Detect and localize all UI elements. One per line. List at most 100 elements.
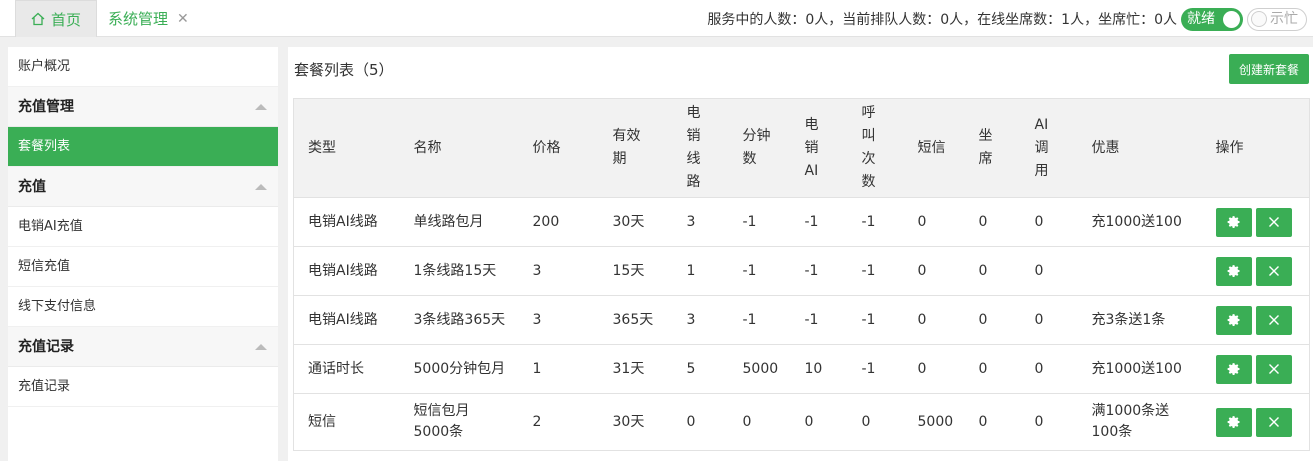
col-header-seats: 坐席 bbox=[964, 98, 1021, 198]
col-header-call-count: 呼叫次数 bbox=[847, 98, 904, 198]
cell-actions bbox=[1201, 344, 1310, 394]
cell-sms: 5000 bbox=[903, 393, 965, 451]
sidebar-group-label: 充值管理 bbox=[18, 99, 74, 115]
gear-icon bbox=[1227, 216, 1240, 228]
gear-icon bbox=[1227, 363, 1240, 375]
delete-button[interactable] bbox=[1255, 305, 1292, 335]
cell-seats: 0 bbox=[964, 344, 1021, 394]
busy-toggle[interactable]: 示忙 bbox=[1247, 8, 1307, 31]
settings-button[interactable] bbox=[1215, 354, 1252, 384]
cell-type: 通话时长 bbox=[293, 344, 400, 394]
col-header-discount: 优惠 bbox=[1077, 98, 1202, 198]
ready-label: 就绪 bbox=[1187, 11, 1215, 27]
sidebar-group-recharge-management[interactable]: 充值管理 bbox=[8, 87, 278, 127]
cell-minutes: -1 bbox=[728, 246, 791, 296]
delete-button[interactable] bbox=[1255, 256, 1292, 286]
sidebar-item-recharge-records[interactable]: 充值记录 bbox=[8, 367, 278, 407]
cell-ai-calls: 0 bbox=[1020, 197, 1078, 247]
row-actions bbox=[1215, 207, 1304, 237]
delete-button[interactable] bbox=[1255, 207, 1292, 237]
settings-button[interactable] bbox=[1215, 207, 1252, 237]
sidebar-item-package-list[interactable]: 套餐列表 bbox=[8, 127, 278, 167]
table-header-row: 类型 名称 价格 有效期 电销线路 分钟数 电销AI 呼叫次数 短信 坐席 AI… bbox=[293, 98, 1310, 198]
home-icon bbox=[31, 12, 45, 26]
row-actions bbox=[1215, 305, 1304, 335]
cell-ai: 0 bbox=[790, 393, 848, 451]
cell-name: 3条线路365天 bbox=[399, 295, 519, 345]
cell-discount: 充3条送1条 bbox=[1077, 295, 1202, 345]
sidebar-item-ai-recharge[interactable]: 电销AI充值 bbox=[8, 207, 278, 247]
close-icon bbox=[1268, 266, 1279, 276]
cell-type: 电销AI线路 bbox=[293, 246, 400, 296]
cell-actions bbox=[1201, 295, 1310, 345]
sidebar-item-overview[interactable]: 账户概况 bbox=[8, 47, 278, 87]
table-row: 电销AI线路 3条线路365天 3 365天 3 -1 -1 -1 0 0 0 充3条送1条 bbox=[293, 295, 1310, 345]
close-icon bbox=[1268, 417, 1279, 427]
cell-call-count: -1 bbox=[847, 344, 904, 394]
close-icon bbox=[1268, 217, 1279, 227]
cell-sms: 0 bbox=[903, 344, 965, 394]
cell-actions bbox=[1201, 197, 1310, 247]
main-panel: 套餐列表（5） 创建新套餐 类型 名称 价格 有效期 电销线路 分钟数 电销AI… bbox=[288, 47, 1313, 461]
row-actions bbox=[1215, 354, 1304, 384]
cell-validity: 30天 bbox=[598, 393, 673, 451]
settings-button[interactable] bbox=[1215, 305, 1252, 335]
cell-seats: 0 bbox=[964, 393, 1021, 451]
cell-sms: 0 bbox=[903, 246, 965, 296]
tab-system-management[interactable]: 系统管理 ✕ bbox=[108, 0, 198, 37]
cell-discount bbox=[1077, 246, 1202, 296]
table-row: 电销AI线路 1条线路15天 3 15天 1 -1 -1 -1 0 0 0 bbox=[293, 246, 1310, 296]
cell-type: 短信 bbox=[293, 393, 400, 451]
cell-name: 短信包月5000条 bbox=[399, 393, 519, 451]
delete-button[interactable] bbox=[1255, 407, 1292, 437]
sidebar-group-recharge[interactable]: 充值 bbox=[8, 167, 278, 207]
cell-validity: 31天 bbox=[598, 344, 673, 394]
cell-call-count: -1 bbox=[847, 246, 904, 296]
tab-home[interactable]: 首页 bbox=[15, 0, 97, 37]
cell-call-count: 0 bbox=[847, 393, 904, 451]
cell-lines: 5 bbox=[672, 344, 729, 394]
cell-ai: -1 bbox=[790, 246, 848, 296]
settings-button[interactable] bbox=[1215, 407, 1252, 437]
cell-seats: 0 bbox=[964, 246, 1021, 296]
cell-call-count: -1 bbox=[847, 197, 904, 247]
sidebar-item-offline-payment[interactable]: 线下支付信息 bbox=[8, 287, 278, 327]
cell-price: 200 bbox=[518, 197, 599, 247]
gear-icon bbox=[1227, 265, 1240, 277]
create-package-button[interactable]: 创建新套餐 bbox=[1229, 54, 1309, 84]
toggle-knob bbox=[1223, 11, 1240, 28]
caret-up-icon bbox=[255, 344, 267, 350]
caret-up-icon bbox=[255, 184, 267, 190]
close-icon[interactable]: ✕ bbox=[177, 11, 189, 27]
col-header-ai-calls: AI调用 bbox=[1020, 98, 1078, 198]
cell-ai-calls: 0 bbox=[1020, 393, 1078, 451]
sidebar-group-recharge-records[interactable]: 充值记录 bbox=[8, 327, 278, 367]
cell-minutes: 0 bbox=[728, 393, 791, 451]
close-icon bbox=[1268, 364, 1279, 374]
cell-ai: -1 bbox=[790, 295, 848, 345]
delete-button[interactable] bbox=[1255, 354, 1292, 384]
cell-lines: 0 bbox=[672, 393, 729, 451]
tab-home-label: 首页 bbox=[50, 10, 81, 29]
service-status-text: 服务中的人数：0人，当前排队人数：0人，在线坐席数：1人，坐席忙：0人 bbox=[707, 12, 1177, 28]
sidebar: 账户概况 充值管理 套餐列表 充值 电销AI充值 短信充值 线下支付信息 充值记… bbox=[8, 47, 278, 461]
cell-price: 2 bbox=[518, 393, 599, 451]
package-table: 类型 名称 价格 有效期 电销线路 分钟数 电销AI 呼叫次数 短信 坐席 AI… bbox=[293, 98, 1310, 451]
settings-button[interactable] bbox=[1215, 256, 1252, 286]
col-header-sms: 短信 bbox=[903, 98, 965, 198]
sidebar-item-sms-recharge[interactable]: 短信充值 bbox=[8, 247, 278, 287]
cell-name: 1条线路15天 bbox=[399, 246, 519, 296]
cell-discount: 充1000送100 bbox=[1077, 197, 1202, 247]
table-row: 通话时长 5000分钟包月 1 31天 5 5000 10 -1 0 0 0 充1000送100 bbox=[293, 344, 1310, 394]
col-header-minutes: 分钟数 bbox=[728, 98, 791, 198]
cell-lines: 1 bbox=[672, 246, 729, 296]
cell-price: 3 bbox=[518, 295, 599, 345]
row-actions bbox=[1215, 407, 1304, 437]
page-title: 套餐列表（5） bbox=[294, 61, 394, 79]
ready-toggle[interactable]: 就绪 bbox=[1181, 8, 1243, 31]
cell-validity: 15天 bbox=[598, 246, 673, 296]
cell-name: 5000分钟包月 bbox=[399, 344, 519, 394]
cell-ai: 10 bbox=[790, 344, 848, 394]
cell-discount: 充1000送100 bbox=[1077, 344, 1202, 394]
cell-minutes: -1 bbox=[728, 295, 791, 345]
